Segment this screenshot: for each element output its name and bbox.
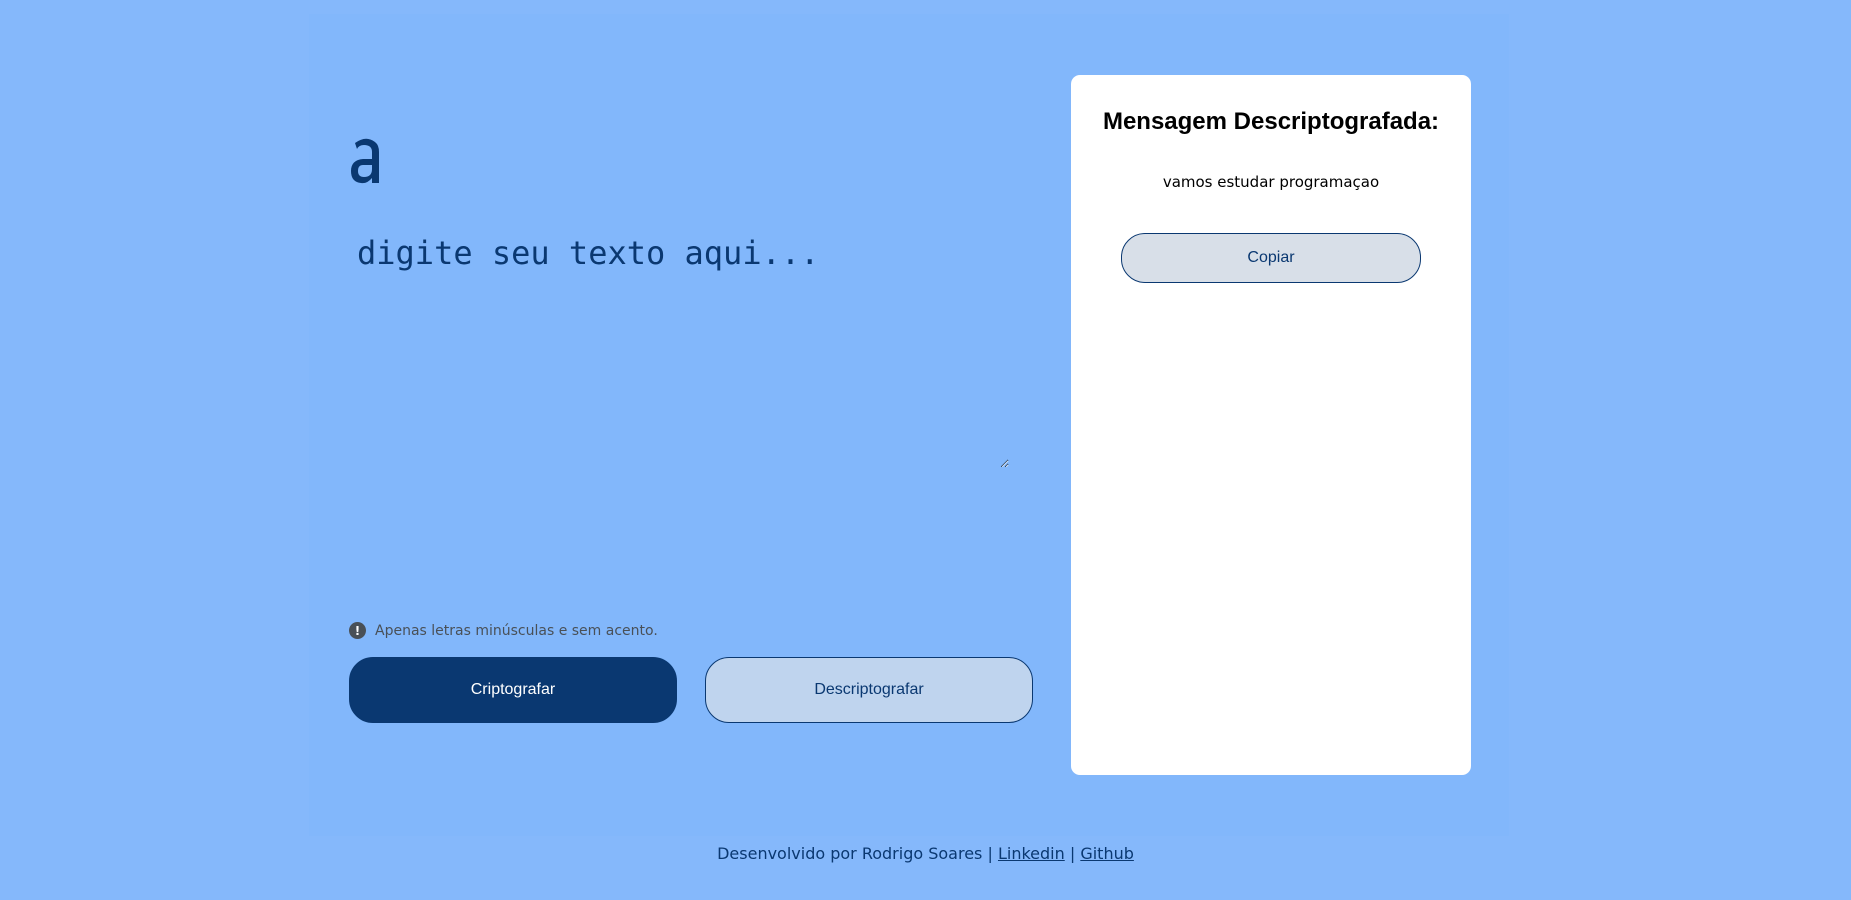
footer-separator: |	[1069, 844, 1076, 863]
linkedin-link[interactable]: Linkedin	[998, 844, 1065, 863]
encrypt-button[interactable]: Criptografar	[349, 657, 677, 723]
hint-text: Apenas letras minúsculas e sem acento.	[375, 622, 658, 639]
copy-button[interactable]: Copiar	[1121, 233, 1421, 283]
footer-separator: |	[987, 844, 993, 863]
input-hint: ! Apenas letras minúsculas e sem acento.	[349, 622, 658, 639]
result-title: Mensagem Descriptografada:	[1102, 108, 1440, 135]
decrypt-button[interactable]: Descriptografar	[705, 657, 1033, 723]
footer: Desenvolvido por Rodrigo Soares | Linked…	[0, 844, 1851, 863]
exclamation-icon: !	[349, 622, 366, 639]
result-text: vamos estudar programaçao	[1162, 173, 1380, 191]
alura-logo-icon	[351, 138, 379, 184]
message-input[interactable]	[349, 228, 1009, 468]
footer-credit: Desenvolvido por Rodrigo Soares	[717, 844, 983, 863]
github-link[interactable]: Github	[1080, 844, 1134, 863]
result-card: Mensagem Descriptografada: vamos estudar…	[1071, 75, 1471, 775]
